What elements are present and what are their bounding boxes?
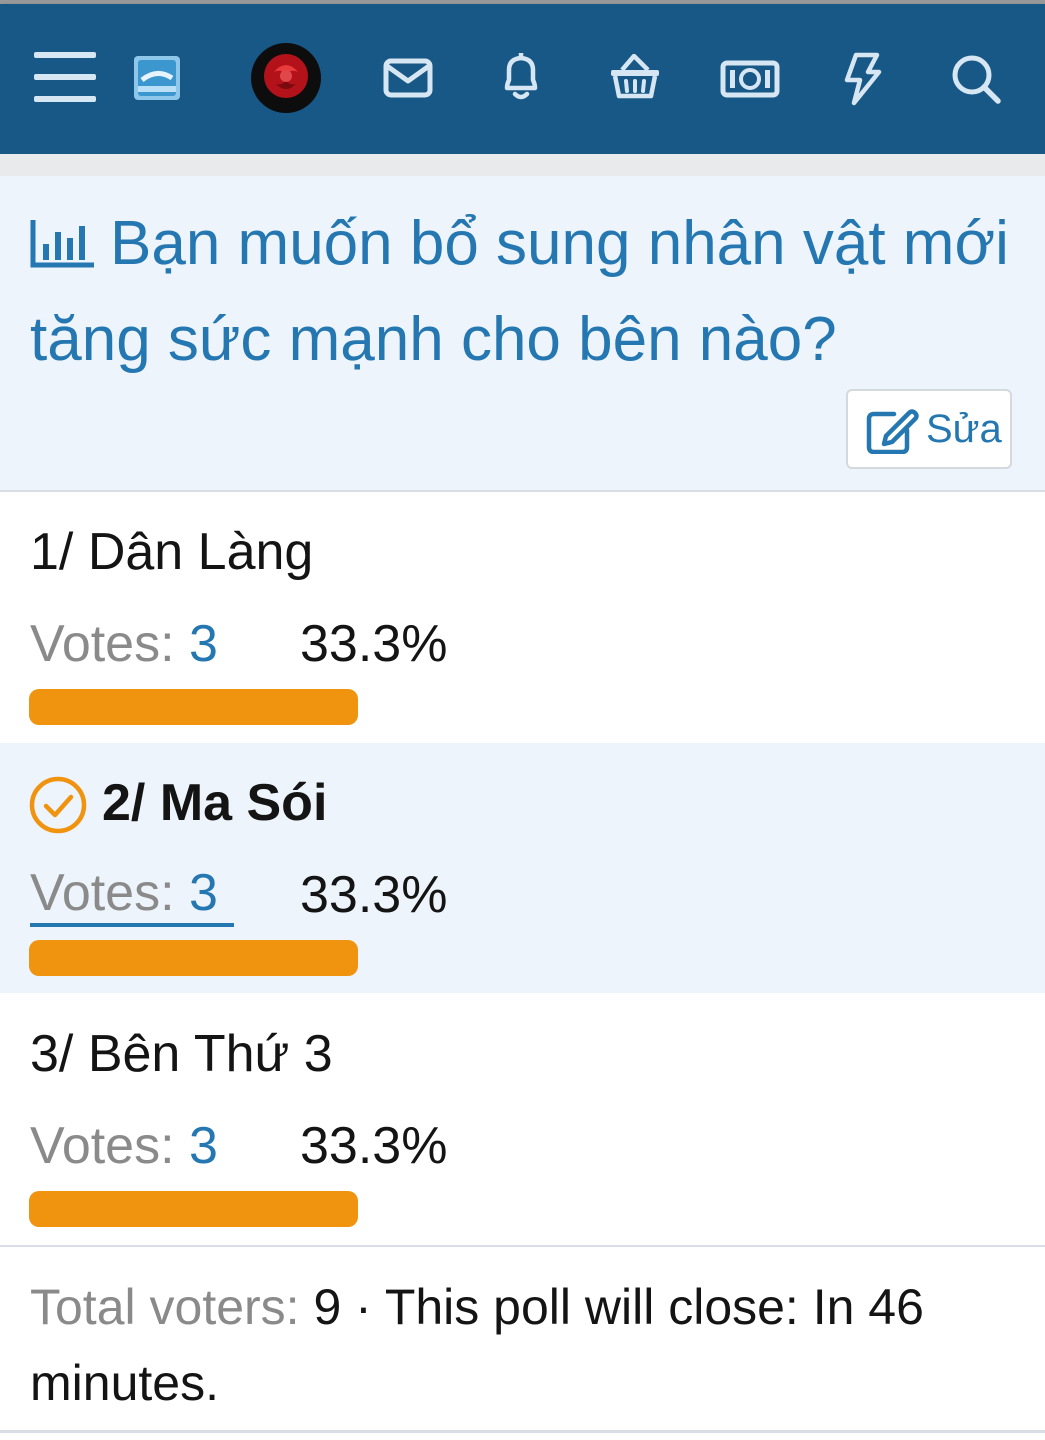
header-gap	[0, 154, 1045, 176]
search-icon[interactable]	[951, 54, 1001, 104]
site-logo[interactable]	[134, 56, 180, 100]
poll-title: Bạn muốn bổ sung nhân vật mới tăng sức m…	[30, 196, 1020, 388]
edit-button[interactable]: Sửa	[846, 389, 1012, 469]
poll-question: Bạn muốn bổ sung nhân vật mới tăng sức m…	[30, 209, 1009, 374]
votes-link[interactable]: Votes: 3	[30, 1114, 218, 1178]
top-navbar	[0, 4, 1045, 154]
result-bar-fill	[29, 940, 358, 976]
envelope-icon[interactable]	[383, 58, 433, 98]
result-bar-fill	[29, 689, 358, 725]
poll-option-2: 2/ Ma Sói Votes: 3 33.3%	[0, 743, 1045, 993]
votes-label: Votes:	[30, 1117, 175, 1175]
bolt-icon[interactable]	[842, 52, 882, 106]
chart-icon	[30, 220, 94, 268]
votes-link[interactable]: Votes: 3	[30, 863, 234, 927]
option-percent: 33.3%	[300, 1117, 448, 1175]
option-label: 1/ Dân Làng	[30, 523, 314, 581]
result-bar	[29, 689, 358, 725]
votes-count: 3	[189, 1117, 218, 1175]
poll-option-3: 3/ Bên Thứ 3 Votes: 3 33.3%	[0, 994, 1045, 1244]
result-bar-fill	[29, 1191, 358, 1227]
menu-icon[interactable]	[34, 50, 96, 104]
poll-option-1: 1/ Dân Làng Votes: 3 33.3%	[0, 492, 1045, 742]
result-bar	[29, 1191, 358, 1227]
edit-label: Sửa	[926, 407, 1002, 451]
votes-label: Votes:	[30, 615, 175, 673]
votes-count: 3	[189, 864, 218, 922]
option-label: 3/ Bên Thứ 3	[30, 1025, 333, 1083]
poll-summary: Total voters: 9 · This poll will close: …	[30, 1269, 1020, 1421]
votes-link[interactable]: Votes: 3	[30, 612, 218, 676]
separator: ·	[341, 1279, 385, 1335]
total-voters-label: Total voters:	[30, 1279, 300, 1335]
avatar[interactable]	[250, 42, 322, 114]
basket-icon[interactable]	[608, 54, 662, 100]
total-voters-value: 9	[313, 1279, 342, 1335]
votes-label: Votes:	[30, 864, 175, 922]
option-label: 2/ Ma Sói	[102, 774, 328, 832]
check-circle-icon	[29, 776, 87, 834]
option-percent: 33.3%	[300, 615, 448, 673]
result-bar	[29, 940, 358, 976]
bell-icon[interactable]	[499, 50, 543, 102]
money-icon[interactable]	[720, 60, 780, 98]
edit-icon	[866, 409, 919, 454]
votes-count: 3	[189, 615, 218, 673]
poll-header: Bạn muốn bổ sung nhân vật mới tăng sức m…	[0, 176, 1045, 492]
poll-footer: Total voters: 9 · This poll will close: …	[0, 1245, 1045, 1433]
option-percent: 33.3%	[300, 866, 448, 924]
